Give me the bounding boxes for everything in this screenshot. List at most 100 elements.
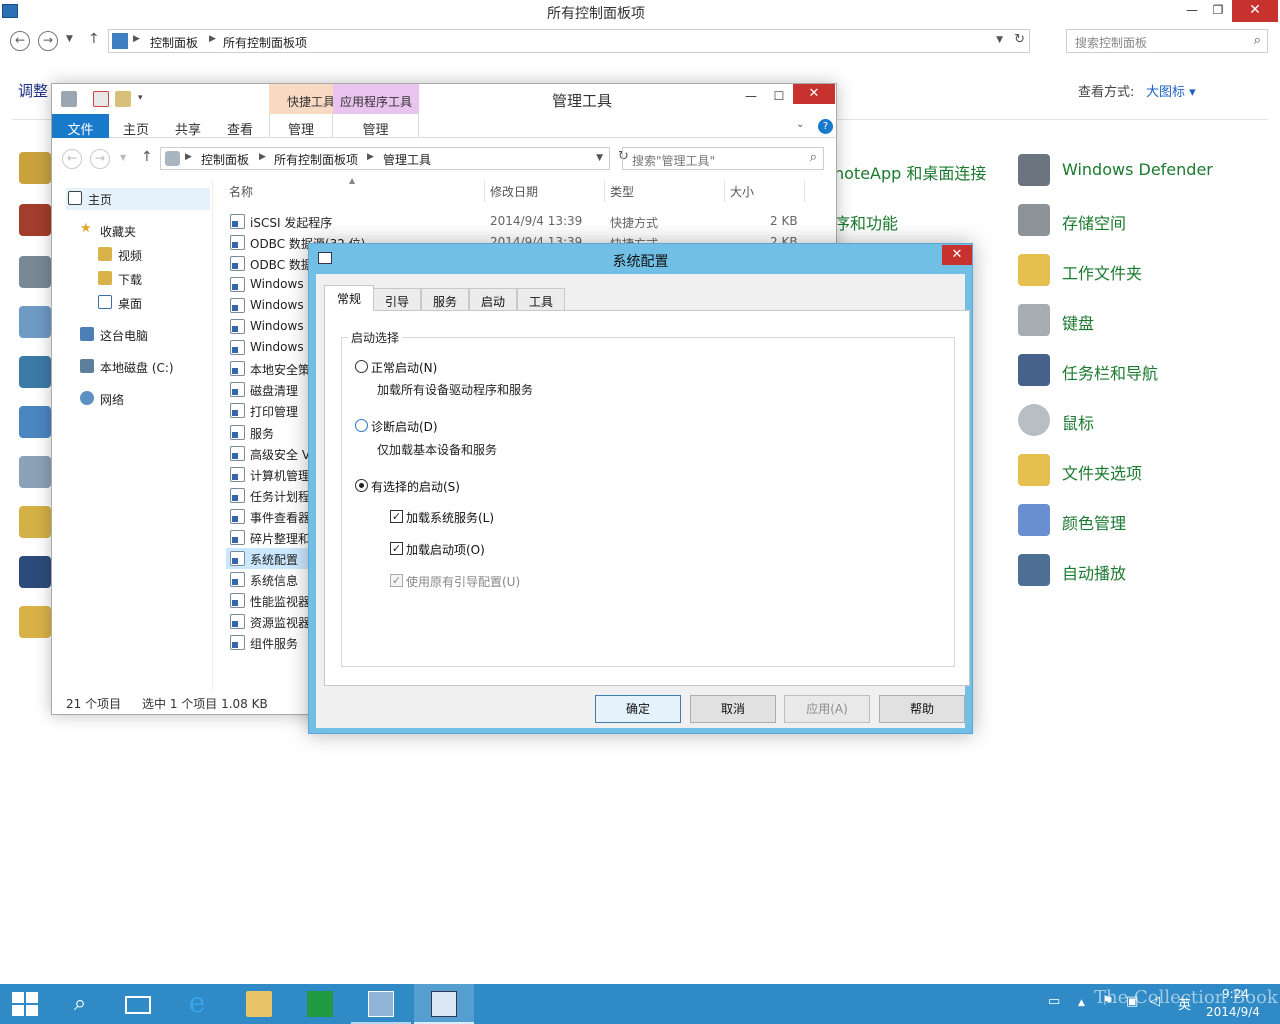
column-separator[interactable] <box>484 180 485 202</box>
phone-modem-icon[interactable] <box>19 256 51 288</box>
address-dropdown-icon[interactable]: ▼ <box>596 153 603 163</box>
breadcrumb-control-panel[interactable]: 控制面板 <box>201 151 249 168</box>
back-button[interactable]: ← <box>10 31 30 51</box>
network-icon[interactable]: ▣ <box>1126 994 1138 1009</box>
start-button[interactable] <box>0 984 50 1024</box>
file-row[interactable]: 系统配置 <box>226 547 310 569</box>
cancel-button[interactable]: 取消 <box>690 695 776 723</box>
close-button[interactable]: ✕ <box>942 245 972 265</box>
refresh-icon[interactable]: ↻ <box>1014 32 1025 47</box>
search-icon[interactable]: ⌕ <box>1254 33 1261 48</box>
taskbar-internet-explorer[interactable]: e <box>167 984 227 1024</box>
date-time-icon[interactable] <box>19 406 51 438</box>
clock-time[interactable]: 9:24 <box>1222 987 1249 1001</box>
tab-home[interactable]: 主页 <box>112 114 160 138</box>
tab-manage-shortcut[interactable]: 管理 <box>269 114 333 138</box>
load-system-services-label[interactable]: 加载系统服务(L) <box>406 509 494 526</box>
minimize-button[interactable]: — <box>1180 0 1204 22</box>
column-header-date[interactable]: 修改日期 <box>490 183 538 200</box>
flag-icon[interactable]: ⚑ <box>1102 994 1114 1009</box>
nav-item-favorites[interactable]: ★ 收藏夹 <box>80 220 200 242</box>
nav-item-local-disk[interactable]: 本地磁盘 (C:) <box>80 356 210 378</box>
address-dropdown-icon[interactable]: ▼ <box>996 35 1003 45</box>
fonts-icon[interactable] <box>19 606 51 638</box>
cp-item-taskbar-navigation[interactable]: 任务栏和导航 <box>1018 352 1258 392</box>
normal-startup-label[interactable]: 正常启动(N) <box>371 359 437 376</box>
cp-item-storage-spaces[interactable]: 存储空间 <box>1018 202 1258 242</box>
up-button[interactable]: ↑ <box>141 149 153 165</box>
nav-item-downloads[interactable]: 下载 <box>98 268 198 290</box>
load-system-services-checkbox[interactable]: ✓ <box>390 510 403 523</box>
recent-locations-chevron-icon[interactable]: ▼ <box>66 34 73 44</box>
explorer-search-input[interactable]: 搜索"管理工具" ⌕ <box>622 147 824 170</box>
nav-item-home[interactable]: 主页 <box>66 188 210 210</box>
taskbar-control-panel[interactable] <box>351 984 411 1024</box>
action-center-icon[interactable] <box>19 356 51 388</box>
action-center-tray-icon[interactable]: ▭ <box>1048 994 1060 1009</box>
credential-manager-icon[interactable] <box>19 152 51 184</box>
close-button[interactable]: ✕ <box>1232 0 1278 22</box>
control-panel-search-input[interactable]: 搜索控制面板 ⌕ <box>1066 29 1268 53</box>
taskbar-search-button[interactable]: ⌕ <box>50 984 110 1024</box>
cp-item-work-folders[interactable]: 工作文件夹 <box>1018 252 1258 292</box>
expand-ribbon-chevron-icon[interactable]: ⌄ <box>796 119 804 130</box>
search-icon[interactable]: ⌕ <box>810 150 817 165</box>
breadcrumb-control-panel[interactable]: 控制面板 <box>150 34 198 51</box>
breadcrumb-admin-tools[interactable]: 管理工具 <box>383 151 431 168</box>
cp-item-keyboard[interactable]: 键盘 <box>1018 302 1258 342</box>
close-button[interactable]: ✕ <box>793 84 835 104</box>
back-button[interactable]: ← <box>62 149 82 169</box>
column-header-name[interactable]: 名称 <box>229 183 253 200</box>
nav-item-this-pc[interactable]: 这台电脑 <box>80 324 200 346</box>
cp-item-folder-options[interactable]: 文件夹选项 <box>1018 452 1258 492</box>
forward-button[interactable]: → <box>38 31 58 51</box>
nav-item-network[interactable]: 网络 <box>80 388 200 410</box>
cp-item-color-management[interactable]: 颜色管理 <box>1018 502 1258 542</box>
help-icon[interactable]: ? <box>818 119 833 134</box>
tab-boot[interactable]: 引导 <box>373 288 421 310</box>
breadcrumb-separator-icon[interactable]: ▶ <box>185 152 192 162</box>
up-button[interactable]: ↑ <box>88 31 100 47</box>
column-separator[interactable] <box>804 180 805 202</box>
breadcrumb-separator-icon[interactable]: ▶ <box>133 34 140 44</box>
breadcrumb-separator-icon[interactable]: ▶ <box>209 34 216 44</box>
volume-icon[interactable]: ◁ <box>1150 994 1160 1009</box>
column-header-type[interactable]: 类型 <box>610 183 634 200</box>
tab-view[interactable]: 查看 <box>216 114 264 138</box>
tab-tools[interactable]: 工具 <box>517 288 565 310</box>
firewall-icon[interactable] <box>19 204 51 236</box>
input-method-indicator[interactable]: 英 <box>1178 994 1191 1013</box>
recent-locations-chevron-icon[interactable]: ▼ <box>120 153 126 162</box>
normal-startup-radio[interactable] <box>355 360 368 373</box>
taskbar-task-view[interactable] <box>108 984 168 1024</box>
breadcrumb-separator-icon[interactable]: ▶ <box>259 152 266 162</box>
properties-icon[interactable] <box>93 91 109 107</box>
tab-startup[interactable]: 启动 <box>469 288 517 310</box>
minimize-button[interactable]: — <box>738 86 764 108</box>
selective-startup-label[interactable]: 有选择的启动(S) <box>371 478 460 495</box>
help-button[interactable]: 帮助 <box>879 695 965 723</box>
tab-services[interactable]: 服务 <box>421 288 469 310</box>
address-box[interactable]: ▶ 控制面板 ▶ 所有控制面板项 ▶ 管理工具 ▼ <box>160 147 610 170</box>
display-icon[interactable] <box>19 556 51 588</box>
tab-manage-application[interactable]: 管理 <box>333 114 419 138</box>
file-history-icon[interactable] <box>19 506 51 538</box>
forward-button[interactable]: → <box>90 149 110 169</box>
diagnostic-startup-label[interactable]: 诊断启动(D) <box>371 418 438 435</box>
view-by-dropdown[interactable]: 大图标 ▾ <box>1146 81 1196 100</box>
taskbar-file-explorer[interactable] <box>229 984 289 1024</box>
tab-general[interactable]: 常规 <box>324 285 374 311</box>
maximize-button[interactable]: ❐ <box>1206 0 1230 22</box>
ok-button[interactable]: 确定 <box>595 695 681 723</box>
default-programs-icon[interactable] <box>19 306 51 338</box>
selective-startup-radio[interactable] <box>355 479 368 492</box>
taskbar-store[interactable] <box>290 984 350 1024</box>
address-box[interactable]: ▶ 控制面板 ▶ 所有控制面板项 ▼ ↻ <box>108 29 1030 53</box>
taskbar-system-configuration[interactable] <box>414 984 474 1024</box>
indexing-options-icon[interactable] <box>19 456 51 488</box>
show-hidden-icons-chevron-icon[interactable]: ▲ <box>1078 998 1085 1008</box>
maximize-button[interactable]: ☐ <box>766 86 792 108</box>
clock-date[interactable]: 2014/9/4 <box>1206 1005 1260 1019</box>
quick-access-dropdown-icon[interactable]: ▾ <box>138 93 143 103</box>
load-startup-items-label[interactable]: 加载启动项(O) <box>406 541 485 558</box>
